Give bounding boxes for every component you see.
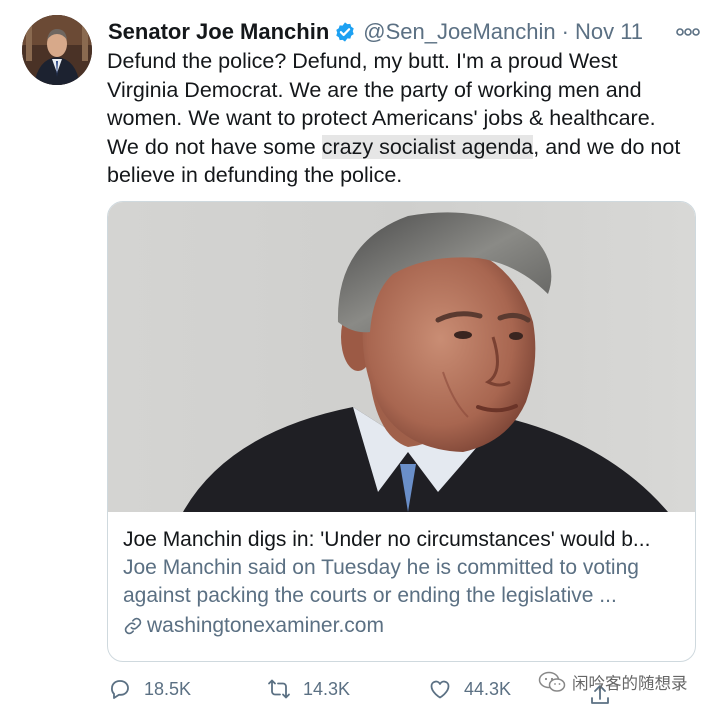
wechat-icon — [538, 671, 566, 692]
like-button[interactable]: 44.3K — [428, 677, 511, 701]
watermark: 闲吟客的随想录 — [538, 670, 688, 694]
card-image[interactable] — [108, 202, 695, 512]
retweet-button[interactable]: 14.3K — [267, 677, 350, 701]
tweet-header: Senator Joe Manchin @Sen_JoeManchin · No… — [108, 16, 700, 48]
tweet-text-segment: , and we do not — [533, 134, 681, 159]
watermark-text: 闲吟客的随想录 — [572, 675, 688, 693]
tweet-date[interactable]: Nov 11 — [575, 19, 643, 45]
reply-icon — [111, 680, 129, 699]
tweet-text-line: women. We want to protect Americans' job… — [107, 106, 656, 130]
card-description-line: against packing the courts or ending the… — [123, 584, 617, 607]
author-handle[interactable]: @Sen_JoeManchin — [363, 19, 555, 45]
heart-icon — [430, 680, 450, 699]
like-count: 44.3K — [464, 678, 512, 699]
tweet-text-line: Virginia Democrat. We are the party of w… — [107, 77, 642, 102]
tweet-text: Defund the police? Defund, my butt. I'm … — [107, 47, 707, 190]
tweet-text-line: We do not have some crazy socialist agen… — [107, 133, 707, 162]
retweet-count: 14.3K — [303, 678, 351, 699]
tweet-text-line: Defund the police? Defund, my butt. I'm … — [107, 49, 618, 73]
card-description-line: Joe Manchin said on Tuesday he is commit… — [123, 556, 639, 579]
link-icon — [124, 617, 142, 635]
tweet-text-segment: We do not have some — [107, 134, 322, 159]
card-title[interactable]: Joe Manchin digs in: 'Under no circumsta… — [123, 525, 683, 554]
verified-badge-icon — [334, 21, 356, 43]
card-domain[interactable]: washingtonexaminer.com — [123, 612, 683, 640]
retweet-icon — [268, 679, 290, 699]
reply-button[interactable]: 18.5K — [108, 677, 191, 701]
tweet-text-line: believe in defunding the police. — [107, 163, 403, 187]
reply-count: 18.5K — [144, 678, 192, 699]
header-separator: · — [561, 19, 569, 44]
card-domain-text: washingtonexaminer.com — [147, 614, 384, 637]
link-preview-card[interactable]: Joe Manchin digs in: 'Under no circumsta… — [107, 201, 696, 662]
author-avatar[interactable] — [22, 15, 92, 85]
author-name[interactable]: Senator Joe Manchin — [108, 19, 329, 45]
card-body[interactable]: Joe Manchin digs in: 'Under no circumsta… — [123, 525, 683, 640]
more-options-icon[interactable] — [676, 22, 700, 42]
highlighted-text: crazy socialist agenda — [321, 134, 534, 159]
